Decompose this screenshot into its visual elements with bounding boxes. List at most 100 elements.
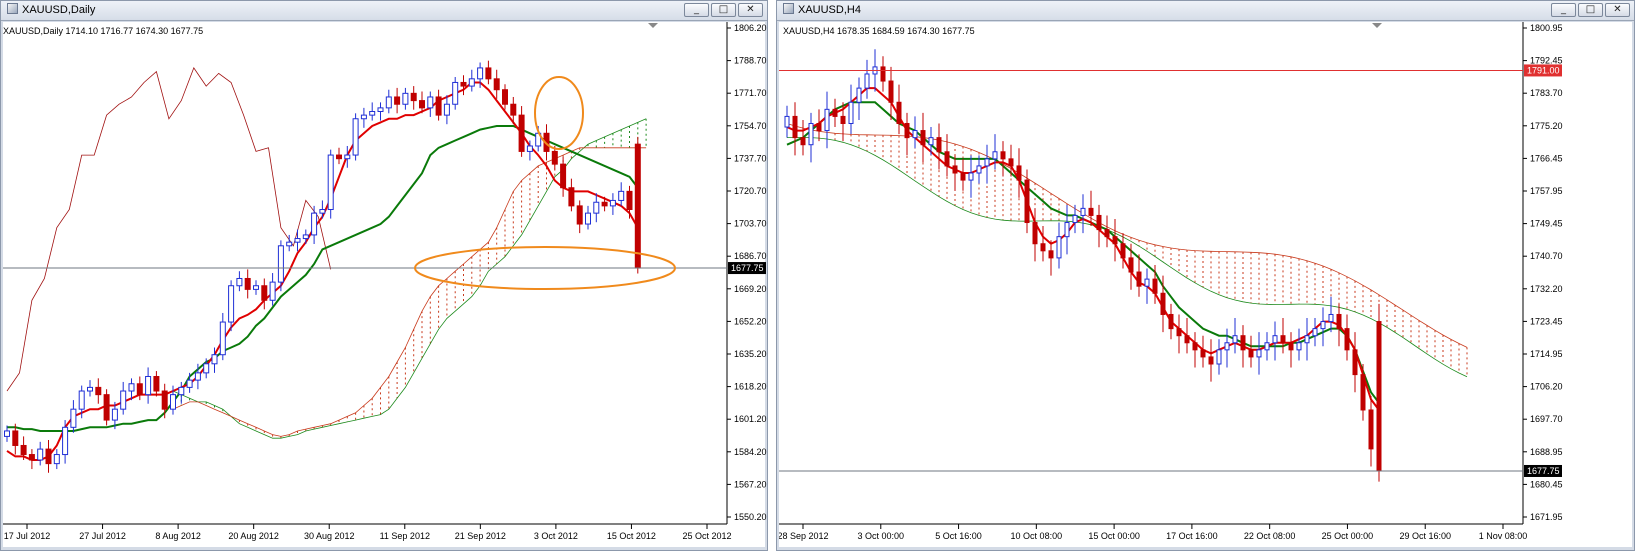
window-title: XAUUSD,H4 [783, 3, 861, 16]
candle [286, 241, 293, 247]
candle [864, 73, 870, 89]
minimize-button[interactable]: _ [684, 3, 709, 17]
candle [1112, 236, 1118, 245]
candle [186, 379, 193, 388]
y-tick-label: 1749.45 [1530, 219, 1563, 229]
candle [1208, 356, 1214, 365]
kijun-sen-line [786, 101, 1380, 404]
candle [477, 67, 484, 80]
candle [1232, 335, 1238, 344]
candle [585, 212, 591, 225]
candle [1344, 328, 1350, 351]
candle [385, 96, 392, 109]
x-tick-label: 3 Oct 2012 [534, 531, 578, 541]
candle [856, 87, 862, 103]
candle [1352, 349, 1358, 376]
candle [526, 145, 533, 152]
candle [70, 408, 77, 428]
y-tick-label: 1806.20 [734, 23, 767, 33]
candle [593, 201, 600, 214]
candle [62, 426, 69, 456]
candle [1328, 313, 1334, 323]
y-tick-label: 1766.45 [1530, 153, 1563, 163]
candle [808, 122, 814, 146]
candle [896, 101, 902, 124]
current-price-label: 1677.75 [731, 263, 764, 273]
candle [1280, 335, 1286, 344]
candle [28, 454, 35, 461]
candle [1224, 342, 1230, 351]
candle [936, 137, 942, 153]
candle [1152, 278, 1158, 294]
candle [352, 118, 359, 156]
y-tick-label: 1688.95 [1530, 447, 1563, 457]
window-titlebar[interactable]: XAUUSD,Daily _ □ ✕ [1, 1, 767, 21]
candle [880, 66, 886, 82]
y-tick-label: 1775.20 [1530, 121, 1563, 131]
maximize-button[interactable]: □ [1578, 3, 1603, 17]
candle [153, 375, 160, 392]
y-tick-label: 1754.70 [734, 121, 767, 131]
candle [1288, 342, 1294, 351]
candle [394, 96, 401, 105]
y-tick-label: 1788.70 [734, 56, 767, 66]
close-button[interactable]: ✕ [1605, 3, 1630, 17]
x-tick-label: 17 Jul 2012 [4, 531, 51, 541]
x-tick-label: 28 Sep 2012 [779, 531, 829, 541]
chart-area[interactable]: 1800.95 1792.45 1783.70 1775.20 1766.45 1757.… [779, 22, 1632, 547]
candle [443, 103, 450, 116]
close-button[interactable]: ✕ [738, 3, 763, 17]
candle [253, 285, 259, 290]
candle [609, 199, 616, 207]
maximize-button[interactable]: □ [711, 3, 736, 17]
candle [1072, 214, 1078, 224]
x-tick-label: 20 Aug 2012 [228, 531, 279, 541]
candle [1296, 342, 1302, 351]
h4-chart-svg[interactable]: 1800.95 1792.45 1783.70 1775.20 1766.45 1757.… [779, 22, 1634, 549]
y-tick-label: 1669.20 [734, 284, 767, 294]
x-tick-label: 27 Jul 2012 [79, 531, 126, 541]
x-tick-label: 17 Oct 16:00 [1166, 531, 1218, 541]
ohlc-info: XAUUSD,H4 1678.35 1684.59 1674.30 1677.7… [783, 26, 975, 36]
candle [626, 190, 633, 211]
y-tick-label: 1771.70 [734, 88, 767, 98]
window-titlebar[interactable]: XAUUSD,H4 _ □ ✕ [777, 1, 1634, 21]
candle [888, 80, 894, 103]
candle [1376, 321, 1382, 472]
chart-window-icon [7, 3, 18, 14]
h4-chart-window[interactable]: XAUUSD,H4 _ □ ✕ 1800.95 1792.45 1783.70 177… [776, 0, 1635, 551]
candle [452, 81, 459, 105]
candle [792, 115, 798, 139]
y-tick-label: 1601.20 [734, 414, 767, 424]
x-tick-label: 25 Oct 2012 [682, 531, 731, 541]
daily-chart-svg[interactable]: 1806.20 1788.70 1771.70 1754.70 1737.70 1720.… [3, 22, 767, 549]
candle [203, 363, 210, 374]
y-tick-label: 1671.95 [1530, 512, 1563, 522]
candle [618, 190, 625, 201]
candle [53, 454, 60, 465]
candle [1320, 321, 1326, 330]
kumo-cloud-span-a [786, 136, 1468, 378]
x-tick-label: 1 Nov 08:00 [1479, 531, 1528, 541]
y-tick-label: 1680.45 [1530, 479, 1563, 489]
candle [1008, 158, 1014, 167]
candle [219, 321, 226, 356]
minimize-button[interactable]: _ [1551, 3, 1576, 17]
candle [551, 150, 558, 165]
chart-window-icon [783, 3, 794, 14]
candle [435, 96, 442, 116]
candle [1312, 328, 1318, 337]
candle [410, 92, 417, 102]
x-tick-label: 11 Sep 2012 [380, 531, 430, 541]
daily-chart-window[interactable]: XAUUSD,Daily _ □ ✕ 1806.20 1788.70 1771.70… [0, 0, 768, 551]
candle [178, 386, 185, 396]
candle [294, 238, 301, 243]
y-tick-label: 1635.20 [734, 349, 767, 359]
candle [944, 151, 950, 167]
chart-area[interactable]: 1806.20 1788.70 1771.70 1754.70 1737.70 1720.… [3, 22, 767, 549]
candle [1256, 349, 1262, 358]
candle [816, 122, 822, 132]
candle [145, 375, 152, 396]
y-tick-label: 1652.20 [734, 316, 767, 326]
kijun-sen-line [7, 125, 639, 432]
